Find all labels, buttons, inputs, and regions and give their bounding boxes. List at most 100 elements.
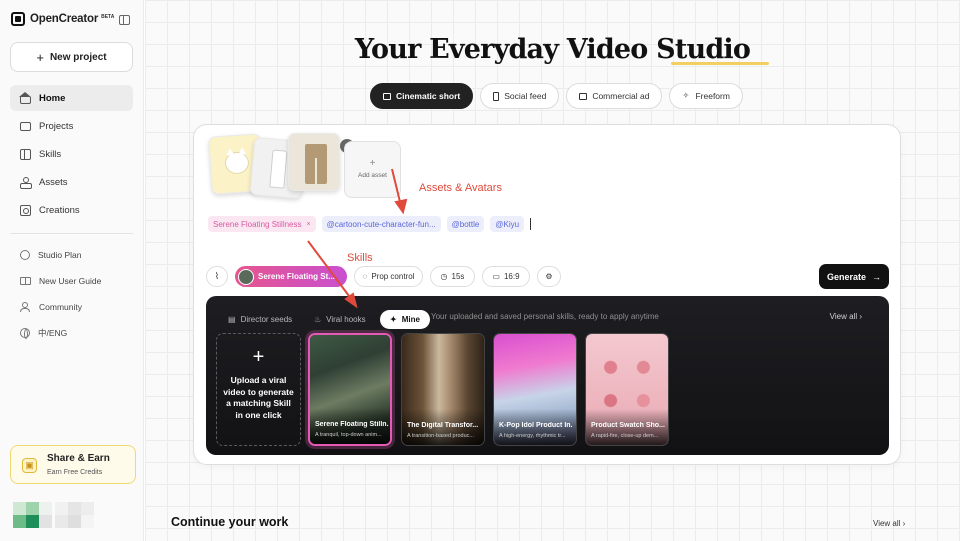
paperclip-icon: ⌇ bbox=[214, 271, 220, 281]
nav-item-skills[interactable]: Skills bbox=[10, 141, 133, 167]
nav-label: Home bbox=[39, 92, 66, 104]
asset-chip[interactable]: @bottle bbox=[446, 216, 485, 232]
mode-tabs: Cinematic short Social feed Commercial a… bbox=[370, 83, 743, 109]
aspect-ratio-selector[interactable]: ▭ 16:9 bbox=[482, 266, 530, 287]
continue-view-all-link[interactable]: View all › bbox=[873, 519, 905, 528]
skill-card[interactable]: K-Pop Idol Product In... A high-energy, … bbox=[493, 333, 577, 446]
tab-freeform[interactable]: ✧ Freeform bbox=[669, 83, 743, 109]
app-name: OpenCreator bbox=[30, 13, 99, 25]
chip-remove-icon[interactable]: × bbox=[307, 221, 311, 228]
asset-thumb-kiyu[interactable] bbox=[288, 133, 340, 191]
tab-label: Social feed bbox=[504, 91, 547, 101]
cat-character-image bbox=[224, 151, 250, 175]
tab-viral-hooks[interactable]: ♨ Viral hooks bbox=[314, 310, 366, 329]
panel-view-all-link[interactable]: View all › bbox=[830, 312, 862, 321]
book-icon bbox=[20, 277, 31, 285]
skill-card[interactable]: The Digital Transfor... A transition-bas… bbox=[401, 333, 485, 446]
generate-button[interactable]: Generate → bbox=[819, 264, 889, 289]
prop-control-button[interactable]: ◌ Prop control bbox=[354, 266, 423, 287]
share-earn-card[interactable]: ▣ Share & Earn Earn Free Credits bbox=[10, 445, 136, 484]
settings-button[interactable]: ⚙ bbox=[537, 266, 561, 287]
nav-label: Community bbox=[39, 302, 82, 312]
main-area: Your Everyday Video Studio Cinematic sho… bbox=[145, 0, 960, 541]
skills-panel: ▤ Director seeds ♨ Viral hooks ✦ Mine Yo… bbox=[206, 296, 889, 455]
user-avatar[interactable] bbox=[13, 502, 95, 530]
add-asset-button[interactable]: + Add asset bbox=[344, 141, 401, 198]
composer-toolbar: ⌇ Serene Floating St... ◌ Prop control ◷… bbox=[206, 264, 889, 290]
tab-director-seeds[interactable]: ▤ Director seeds bbox=[228, 310, 292, 329]
prop-control-icon: ◌ bbox=[362, 272, 368, 281]
bottle-image bbox=[269, 149, 288, 189]
nav-item-creations[interactable]: Creations bbox=[10, 197, 133, 223]
nav-item-projects[interactable]: Projects bbox=[10, 113, 133, 139]
duration-selector[interactable]: ◷ 15s bbox=[430, 266, 475, 287]
logo-icon bbox=[11, 12, 25, 26]
skill-card[interactable]: Serene Floating Stilln... A tranquil, to… bbox=[308, 333, 392, 446]
nav-item-user-guide[interactable]: New User Guide bbox=[10, 269, 133, 293]
folder-icon bbox=[20, 121, 31, 131]
tab-label: Cinematic short bbox=[396, 91, 461, 101]
nav-item-community[interactable]: Community bbox=[10, 295, 133, 319]
generate-label: Generate bbox=[826, 271, 867, 282]
app-logo[interactable]: OpenCreator BETA bbox=[11, 12, 114, 26]
skill-card-desc: A high-energy, rhythmic tr... bbox=[499, 433, 566, 439]
hero-title-part1: Your Everyday Video bbox=[354, 34, 648, 65]
view-all-label: View all bbox=[873, 519, 901, 528]
asset-chip[interactable]: @cartoon-cute-character-fun... bbox=[321, 216, 441, 232]
chevron-right-icon: › bbox=[902, 519, 906, 528]
aspect-label: 16:9 bbox=[503, 272, 520, 281]
ptab-label: Viral hooks bbox=[326, 315, 366, 324]
sparkle-icon: ✧ bbox=[682, 91, 690, 100]
tab-cinematic-short[interactable]: Cinematic short bbox=[370, 83, 474, 109]
ptab-label: Mine bbox=[401, 315, 420, 324]
nav-item-assets[interactable]: Assets bbox=[10, 169, 133, 195]
skill-card-desc: A rapid-fire, close-up dem... bbox=[591, 433, 659, 439]
plus-icon: + bbox=[369, 158, 376, 169]
sidebar-divider bbox=[10, 233, 133, 234]
tab-social-feed[interactable]: Social feed bbox=[480, 83, 560, 109]
nav-item-home[interactable]: Home bbox=[10, 85, 133, 111]
plus-icon: + bbox=[252, 346, 265, 368]
globe-icon bbox=[20, 328, 30, 339]
tab-mine[interactable]: ✦ Mine bbox=[380, 310, 430, 329]
phone-icon bbox=[493, 91, 500, 101]
skill-label: Serene Floating St... bbox=[258, 272, 335, 281]
aspect-icon: ▭ bbox=[492, 272, 500, 281]
home-icon bbox=[19, 91, 31, 104]
sidebar: OpenCreator BETA + New project Home Proj… bbox=[0, 0, 144, 541]
nav-item-language[interactable]: 中/ENG bbox=[10, 321, 133, 345]
flame-icon: ♨ bbox=[314, 315, 322, 324]
sparkle-icon: ✦ bbox=[390, 315, 397, 324]
pants-image bbox=[305, 144, 327, 184]
skill-selector[interactable]: Serene Floating St... bbox=[235, 266, 347, 287]
skill-card[interactable]: Product Swatch Sho... A rapid-fire, clos… bbox=[585, 333, 669, 446]
ptab-label: Director seeds bbox=[240, 315, 293, 324]
nav-label: Studio Plan bbox=[38, 250, 82, 260]
share-subtitle: Earn Free Credits bbox=[47, 469, 103, 476]
hero-title: Your Everyday Video Studio bbox=[145, 34, 960, 65]
skill-chip[interactable]: Serene Floating Stillness × bbox=[208, 216, 316, 232]
new-project-button[interactable]: + New project bbox=[10, 42, 133, 72]
arrow-right-icon: → bbox=[872, 271, 882, 282]
prompt-input[interactable]: Serene Floating Stillness × @cartoon-cut… bbox=[208, 216, 532, 232]
annotation-skills: Skills bbox=[347, 252, 373, 264]
chip-text: Serene Floating Stillness bbox=[213, 219, 302, 229]
attach-button[interactable]: ⌇ bbox=[206, 266, 228, 287]
hero-title-part2: Studio bbox=[656, 34, 751, 65]
nav-label: Skills bbox=[39, 148, 62, 160]
skill-card-desc: A transition-based produc... bbox=[407, 433, 474, 439]
view-all-label: View all bbox=[829, 312, 858, 321]
tab-label: Freeform bbox=[695, 91, 730, 101]
upload-viral-video-card[interactable]: + Upload a viral video to generate a mat… bbox=[216, 333, 301, 446]
nav-label: New User Guide bbox=[39, 276, 102, 286]
continue-work-title: Continue your work bbox=[171, 515, 289, 529]
sidebar-collapse-icon[interactable] bbox=[119, 15, 130, 25]
secondary-nav: Studio Plan New User Guide Community 中/E… bbox=[10, 243, 133, 347]
main-nav: Home Projects Skills Assets Creations bbox=[10, 85, 133, 225]
community-icon bbox=[20, 302, 31, 312]
skill-thumbnail bbox=[238, 268, 254, 285]
timer-icon: ◷ bbox=[440, 272, 448, 281]
asset-chip[interactable]: @Kiyu bbox=[490, 216, 525, 232]
tab-commercial-ad[interactable]: Commercial ad bbox=[566, 83, 663, 109]
nav-item-studio-plan[interactable]: Studio Plan bbox=[10, 243, 133, 267]
